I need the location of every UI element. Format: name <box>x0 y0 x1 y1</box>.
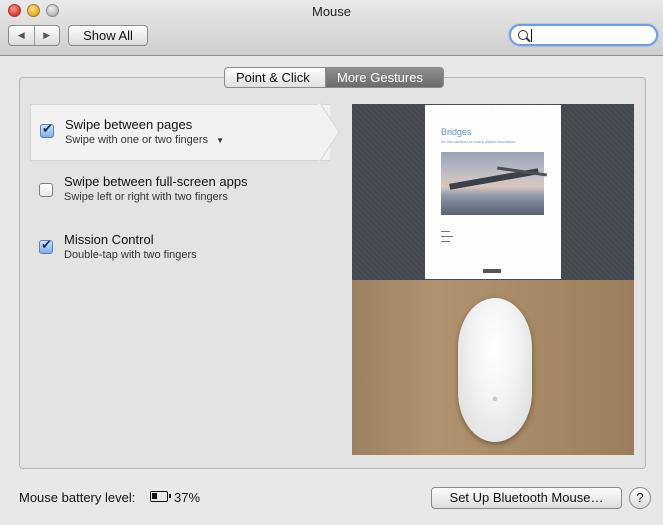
back-button[interactable]: ◀ <box>9 26 34 45</box>
battery-level-label: Mouse battery level: <box>19 490 136 505</box>
preview-document-footer <box>483 269 501 273</box>
gesture-subtitle: Swipe with one or two fingers <box>65 134 209 146</box>
preview-screen: Bridges An introduction to man's oldest … <box>352 104 634 280</box>
tab-bar: Point & Click More Gestures <box>224 67 444 88</box>
set-up-bluetooth-mouse-button[interactable]: Set Up Bluetooth Mouse… <box>431 487 622 509</box>
tab-point-and-click[interactable]: Point & Click <box>224 67 326 88</box>
dropdown-arrow-icon: ▼ <box>216 136 224 145</box>
preview-desk-surface: ● <box>352 280 634 455</box>
window-title: Mouse <box>311 4 352 19</box>
preview-document-title: Bridges <box>441 127 472 137</box>
apple-logo-icon: ● <box>491 393 499 405</box>
preview-document-text: ▬▬▬ ▬▬▬▬ ▬▬▬ <box>441 229 453 243</box>
title-bar: Mouse ◀ ▶ Show All <box>0 0 663 56</box>
gesture-subtitle-dropdown[interactable]: Swipe with one or two fingers ▼ <box>65 134 224 146</box>
help-button[interactable]: ? <box>629 487 651 509</box>
back-arrow-icon: ◀ <box>17 30 25 40</box>
gesture-row-swipe-between-pages[interactable]: Swipe between pages Swipe with one or tw… <box>30 104 330 161</box>
back-forward-control: ◀ ▶ <box>8 25 60 46</box>
text-cursor <box>531 29 532 42</box>
swipe-between-pages-checkbox[interactable] <box>40 122 54 138</box>
selection-pointer <box>318 103 340 161</box>
gesture-title: Swipe between full-screen apps <box>64 174 248 189</box>
gesture-row-mission-control[interactable]: Mission Control Double-tap with two fing… <box>30 220 330 277</box>
preview-bridge-image <box>441 152 547 215</box>
swipe-between-full-screen-apps-checkbox[interactable] <box>39 183 53 197</box>
preview-document-subtitle: An introduction to man's oldest innovati… <box>441 139 515 144</box>
gesture-title: Mission Control <box>64 232 154 247</box>
gesture-subtitle: Swipe left or right with two fingers <box>64 191 228 203</box>
gesture-preview-video: Bridges An introduction to man's oldest … <box>352 104 634 455</box>
forward-button[interactable]: ▶ <box>33 26 60 45</box>
mission-control-checkbox[interactable] <box>39 238 53 254</box>
tab-more-gestures[interactable]: More Gestures <box>326 67 444 88</box>
gesture-subtitle: Double-tap with two fingers <box>64 249 197 261</box>
forward-arrow-icon: ▶ <box>43 30 51 40</box>
battery-level-value: 37% <box>174 490 201 505</box>
preview-document: Bridges An introduction to man's oldest … <box>425 105 561 279</box>
search-field[interactable] <box>509 24 658 46</box>
magic-mouse-image: ● <box>458 298 532 442</box>
gesture-row-swipe-between-full-screen-apps[interactable]: Swipe between full-screen apps Swipe lef… <box>30 162 330 219</box>
search-icon <box>518 30 528 40</box>
gesture-title: Swipe between pages <box>65 117 193 132</box>
battery-icon <box>150 491 171 502</box>
show-all-button[interactable]: Show All <box>68 25 148 46</box>
